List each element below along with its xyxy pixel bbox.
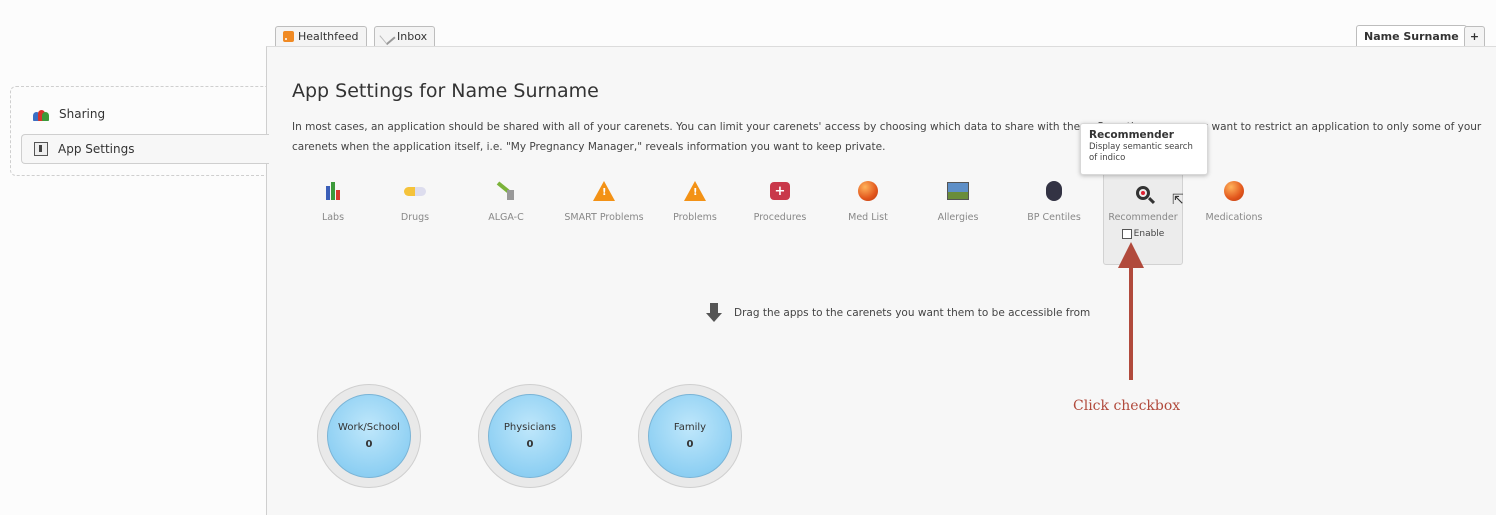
pen-icon [379,28,396,45]
app-label: ALGA-C [488,212,524,223]
app-label: Recommender [1108,212,1178,223]
warning-icon: ! [684,180,706,202]
annotation-arrow [1118,242,1144,380]
tab-inbox[interactable]: Inbox [374,26,436,46]
app-smart-problems[interactable]: ! SMART Problems [564,178,644,223]
carenet-name: Physicians [503,422,557,433]
sidebar-item-label: App Settings [58,142,135,156]
app-label: Problems [673,212,717,223]
bar-chart-icon [322,180,344,202]
tool-icon [495,180,517,202]
app-label: BP Centiles [1027,212,1081,223]
carenet-name: Family [673,422,707,433]
sidebar-item-label: Sharing [59,107,106,121]
settings-icon [34,142,48,156]
enable-label: Enable [1133,229,1165,239]
tooltip-description: Display semantic search of indico [1089,142,1193,163]
magnifier-icon [1132,182,1154,204]
carenet-count: 0 [686,439,694,450]
carenet-count: 0 [365,439,373,450]
app-label: SMART Problems [564,212,644,223]
page-title: App Settings for Name Surname [292,80,599,102]
app-labs[interactable]: Labs [293,178,373,223]
enable-checkbox[interactable] [1121,229,1132,239]
app-label: Drugs [400,212,430,223]
app-label: Labs [321,212,345,223]
app-allergies[interactable]: Allergies [918,178,998,223]
carenet-drop-target[interactable]: Physicians 0 [488,394,572,478]
cuff-icon [1043,180,1065,202]
rss-icon [283,31,294,42]
plus-icon: + [1469,29,1480,43]
mouse-cursor-icon: ⇱ [1172,192,1184,208]
app-label: Procedures [753,212,807,223]
tab-healthfeed[interactable]: Healthfeed [275,26,367,46]
intro-text: In most cases, an application should be … [292,121,1482,153]
warning-icon: ! [593,180,615,202]
tab-account[interactable]: Name Surname [1356,25,1467,47]
recommender-tooltip: Recommender Display semantic search of i… [1080,123,1208,175]
app-problems[interactable]: ! Problems [655,178,735,223]
app-bp-centiles[interactable]: BP Centiles [1014,178,1094,223]
tab-label: Name Surname [1364,29,1459,43]
pill-icon [404,180,426,202]
landscape-icon [947,180,969,202]
drag-hint: Drag the apps to the carenets you want t… [706,303,1090,323]
sidebar-item-app-settings[interactable]: App Settings [21,134,269,164]
app-procedures[interactable]: + Procedures [740,178,820,223]
app-med-list[interactable]: Med List [828,178,908,223]
sphere-icon [1223,180,1245,202]
app-label: Medications [1205,212,1263,223]
app-medications[interactable]: Medications [1194,178,1274,223]
carenet-count: 0 [526,439,534,450]
tab-label: Healthfeed [298,29,359,43]
app-label: Allergies [937,212,979,223]
down-arrow-icon [706,303,722,323]
carenet-drop-target[interactable]: Work/School 0 [327,394,411,478]
app-alga-c[interactable]: ALGA-C [466,178,546,223]
enable-row: Enable [1104,229,1182,239]
app-label: Med List [848,212,888,223]
medkit-icon: + [769,180,791,202]
annotation-label: Click checkbox [1073,398,1181,414]
people-icon [33,107,49,121]
tab-label: Inbox [397,29,428,43]
carenet-family[interactable]: Family 0 [638,384,742,488]
sphere-icon [857,180,879,202]
tooltip-title: Recommender [1089,129,1174,141]
drag-hint-text: Drag the apps to the carenets you want t… [734,307,1091,319]
carenet-name: Work/School [338,422,400,433]
carenet-physicians[interactable]: Physicians 0 [478,384,582,488]
app-drugs[interactable]: Drugs [375,178,455,223]
add-tab-button[interactable]: + [1464,26,1485,46]
sidebar-item-sharing[interactable]: Sharing [11,99,267,129]
carenet-drop-target[interactable]: Family 0 [648,394,732,478]
carenet-work-school[interactable]: Work/School 0 [317,384,421,488]
sidebar: Sharing App Settings [10,86,269,176]
